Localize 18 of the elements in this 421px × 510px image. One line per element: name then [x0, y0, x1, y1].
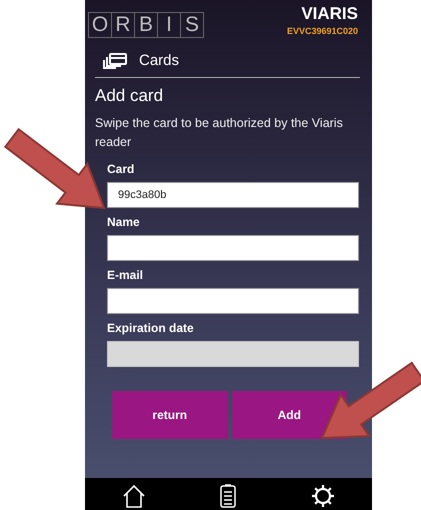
input-field[interactable]: 99c3a80b — [107, 182, 359, 208]
input-field[interactable] — [107, 288, 359, 314]
field-label: Name — [107, 215, 141, 229]
section-title: Cards — [139, 52, 180, 69]
field-label: Card — [107, 162, 136, 176]
cards-icon — [103, 52, 127, 68]
field-label: E-mail — [107, 268, 144, 282]
form-description: Swipe the card to be authorized by the Viaris reader — [95, 115, 344, 151]
home-icon[interactable] — [122, 484, 146, 508]
orbis-logo: O R B I S — [88, 12, 204, 38]
settings-icon[interactable] — [310, 484, 335, 508]
clipboard-icon[interactable] — [220, 484, 236, 508]
form-title: Add card — [95, 86, 164, 106]
brand-name: VIARIS — [301, 4, 358, 24]
form-button[interactable]: return — [112, 391, 228, 439]
serial-number: EVVC39691C020 — [286, 26, 358, 36]
field-label: Expiration date — [107, 321, 195, 335]
input-field[interactable] — [107, 235, 359, 261]
